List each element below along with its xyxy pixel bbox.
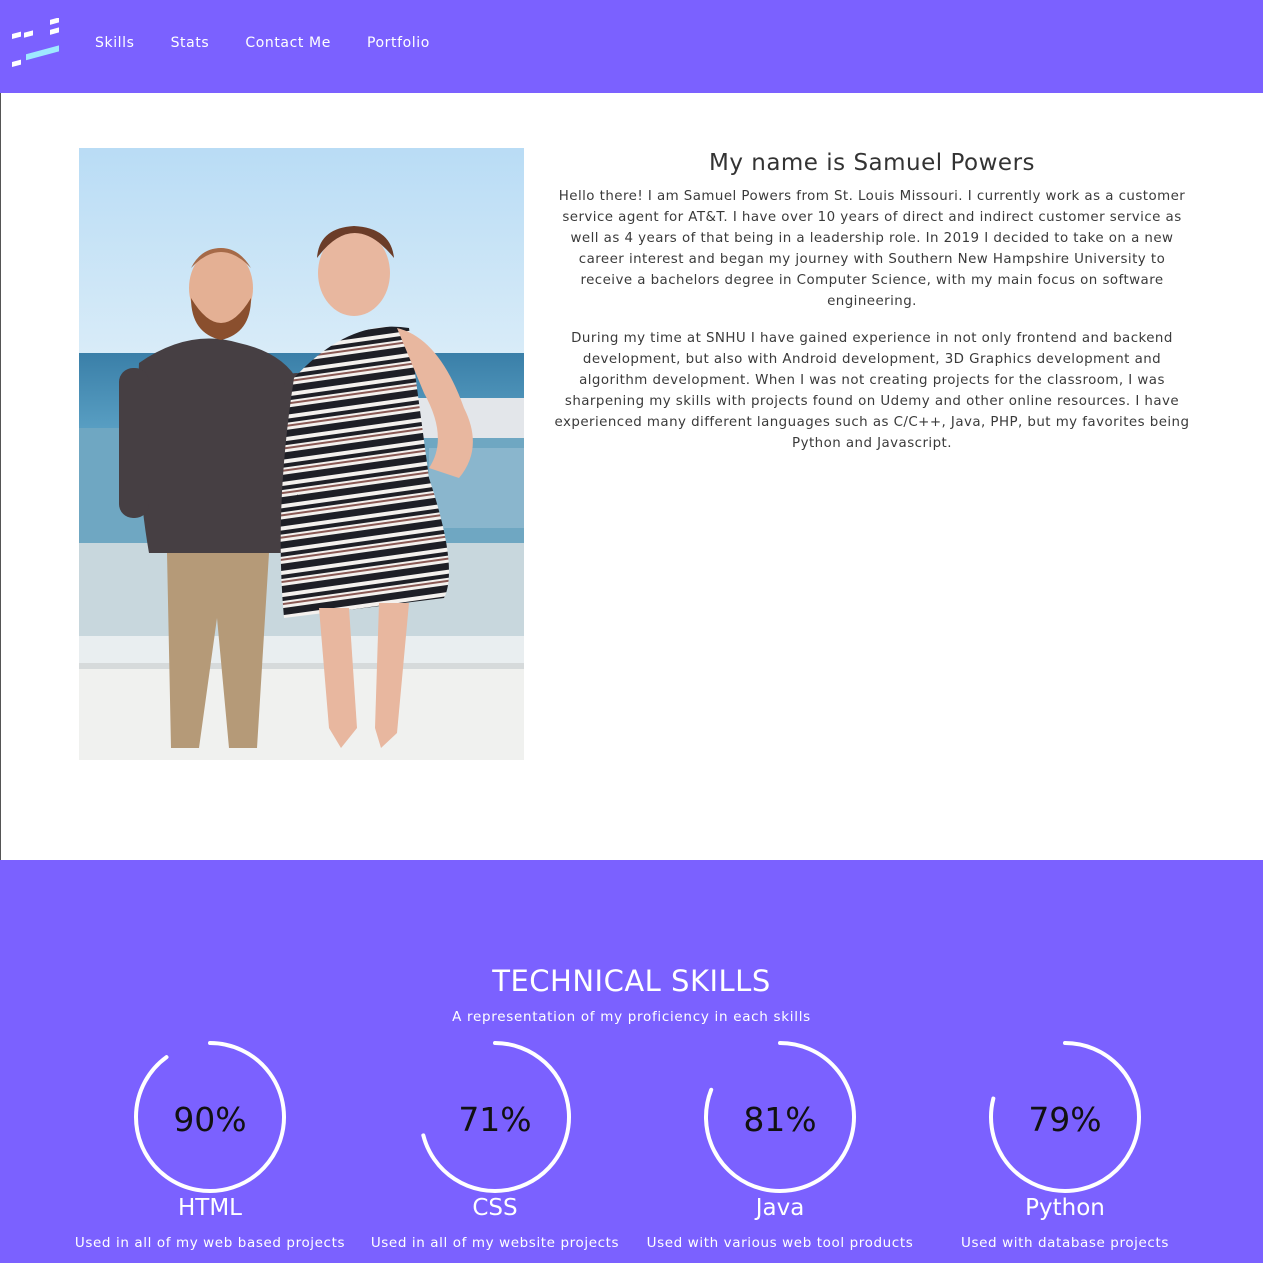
- skill-name: Python: [1025, 1195, 1105, 1221]
- skill-description: Used with database projects: [961, 1235, 1169, 1251]
- logo-icon[interactable]: [12, 18, 62, 68]
- about-title: My name is Samuel Powers: [708, 150, 1036, 176]
- skill-html: 90% HTML Used in all of my web based pro…: [70, 1040, 350, 1260]
- skills-subtitle: A representation of my proficiency in ea…: [452, 1009, 811, 1025]
- skill-python: 79% Python Used with database projects: [925, 1040, 1205, 1260]
- skill-java: 81% Java Used with various web tool prod…: [640, 1040, 920, 1260]
- skills-section: TECHNICAL SKILLS A representation of my …: [0, 860, 1263, 1263]
- navbar: Skills Stats Contact Me Portfolio: [0, 0, 1263, 93]
- skill-percent: 90%: [173, 1100, 247, 1139]
- skill-percent: 81%: [743, 1100, 817, 1139]
- about-paragraph-1: Hello there! I am Samuel Powers from St.…: [558, 189, 1186, 309]
- skill-name: Java: [755, 1195, 805, 1221]
- nav-link-contact[interactable]: Contact Me: [245, 35, 331, 51]
- about-text: My name is Samuel Powers Hello there! I …: [554, 148, 1190, 470]
- skill-description: Used in all of my website projects: [370, 1235, 620, 1251]
- about-paragraph-2: During my time at SNHU I have gained exp…: [554, 331, 1190, 451]
- nav-link-portfolio[interactable]: Portfolio: [367, 35, 430, 51]
- profile-photo: [79, 148, 524, 760]
- skills-title: TECHNICAL SKILLS: [492, 964, 771, 998]
- skill-description: Used with various web tool products: [646, 1235, 914, 1251]
- nav-link-skills[interactable]: Skills: [95, 35, 135, 51]
- nav-link-stats[interactable]: Stats: [171, 35, 210, 51]
- skill-name: CSS: [472, 1195, 518, 1221]
- skill-name: HTML: [177, 1195, 242, 1221]
- main-nav: Skills Stats Contact Me Portfolio: [95, 35, 466, 51]
- skill-description: Used in all of my web based projects: [74, 1235, 346, 1251]
- skill-percent: 79%: [1028, 1100, 1102, 1139]
- skill-percent: 71%: [458, 1100, 532, 1139]
- about-section: My name is Samuel Powers Hello there! I …: [0, 93, 1263, 860]
- skill-css: 71% CSS Used in all of my website projec…: [355, 1040, 635, 1260]
